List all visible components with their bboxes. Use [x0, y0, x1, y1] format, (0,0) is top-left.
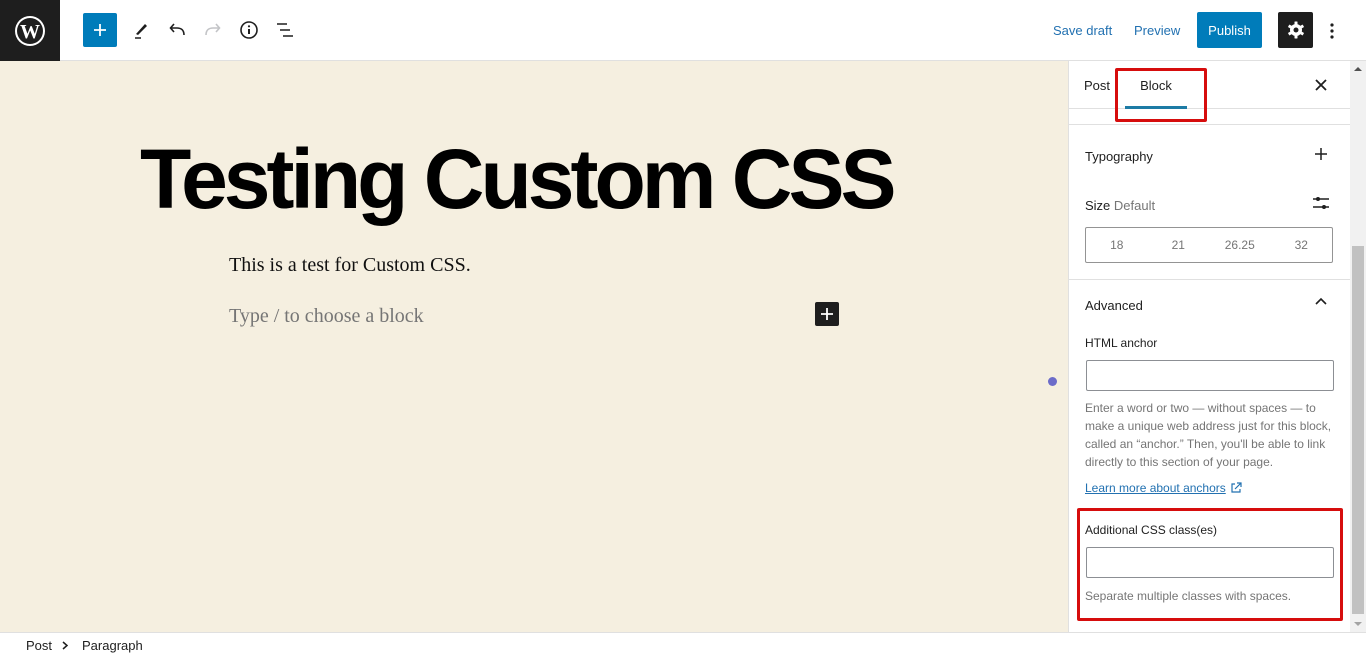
pencil-icon [135, 24, 147, 39]
sidebar-scrollbar[interactable] [1350, 61, 1366, 632]
typography-panel-title[interactable]: Typography [1085, 149, 1153, 164]
scroll-thumb[interactable] [1352, 246, 1364, 614]
size-value: Default [1113, 198, 1156, 213]
arrow-down-icon [1354, 622, 1362, 626]
size-option[interactable]: 18 [1086, 228, 1148, 262]
editor-header: W Save draft Preview Publish [0, 0, 1366, 61]
undo-icon [169, 23, 185, 36]
learn-more-anchors-link[interactable]: Learn more about anchors [1085, 481, 1242, 495]
html-anchor-label: HTML anchor [1085, 336, 1158, 350]
scroll-up-button[interactable] [1350, 61, 1366, 77]
more-vertical-icon [1330, 23, 1334, 39]
close-settings-button[interactable] [1309, 73, 1333, 97]
breadcrumb-item-post[interactable]: Post [26, 638, 52, 653]
save-draft-button[interactable]: Save draft [1053, 13, 1112, 47]
list-view-button[interactable] [268, 13, 302, 47]
block-breadcrumb: Post Paragraph [0, 632, 1366, 657]
plus-icon [821, 308, 833, 320]
plus-icon[interactable] [1314, 147, 1328, 161]
size-option[interactable]: 21 [1148, 228, 1210, 262]
highlight-box-css-class [1077, 508, 1343, 621]
post-title[interactable]: Testing Custom CSS [140, 137, 896, 221]
publish-button[interactable]: Publish [1197, 12, 1262, 48]
chevron-up-icon[interactable] [1315, 297, 1327, 307]
paragraph-block[interactable]: This is a test for Custom CSS. [229, 254, 471, 277]
font-size-label: Size Default [1085, 198, 1155, 213]
divider [1069, 124, 1350, 125]
close-icon [1315, 79, 1327, 91]
info-icon [240, 21, 258, 39]
editor-canvas: Testing Custom CSS This is a test for Cu… [0, 61, 1068, 632]
learn-more-text: Learn more about anchors [1085, 481, 1226, 495]
settings-sidebar: Post Block Typography Size Default 18 21… [1068, 61, 1350, 632]
font-size-picker: 18 21 26.25 32 [1085, 227, 1333, 263]
undo-button[interactable] [160, 13, 194, 47]
block-inserter-button[interactable] [83, 13, 117, 47]
svg-text:W: W [20, 21, 40, 43]
custom-size-icon[interactable] [1312, 194, 1330, 212]
chevron-right-icon [62, 641, 68, 650]
html-anchor-help: Enter a word or two — without spaces — t… [1085, 401, 1332, 469]
highlight-box-tab [1115, 68, 1207, 122]
block-placeholder[interactable]: Type / to choose a block [229, 305, 424, 328]
size-label-text: Size [1085, 198, 1111, 213]
external-link-icon [1231, 482, 1242, 493]
redo-icon [205, 23, 221, 36]
tab-post[interactable]: Post [1084, 61, 1110, 109]
preview-button[interactable]: Preview [1134, 13, 1180, 47]
tools-button[interactable] [124, 13, 158, 47]
html-anchor-input[interactable] [1086, 360, 1334, 391]
list-view-icon [277, 23, 293, 37]
size-option[interactable]: 32 [1271, 228, 1333, 262]
wordpress-logo-button[interactable]: W [0, 0, 60, 61]
advanced-panel-title[interactable]: Advanced [1085, 298, 1143, 313]
options-button[interactable] [1320, 14, 1344, 48]
size-option[interactable]: 26.25 [1209, 228, 1271, 262]
resize-handle-icon[interactable] [1048, 377, 1057, 386]
wordpress-logo-icon: W [15, 15, 45, 46]
redo-button[interactable] [196, 13, 230, 47]
scroll-down-button[interactable] [1350, 616, 1366, 632]
details-button[interactable] [232, 13, 266, 47]
sidebar-tabs: Post Block [1069, 61, 1350, 109]
plus-icon [94, 24, 106, 36]
breadcrumb-item-paragraph[interactable]: Paragraph [82, 638, 143, 653]
add-block-button[interactable] [815, 302, 839, 326]
settings-button[interactable] [1278, 12, 1313, 48]
gear-icon [1287, 21, 1304, 39]
arrow-up-icon [1354, 67, 1362, 71]
divider [1069, 279, 1350, 280]
